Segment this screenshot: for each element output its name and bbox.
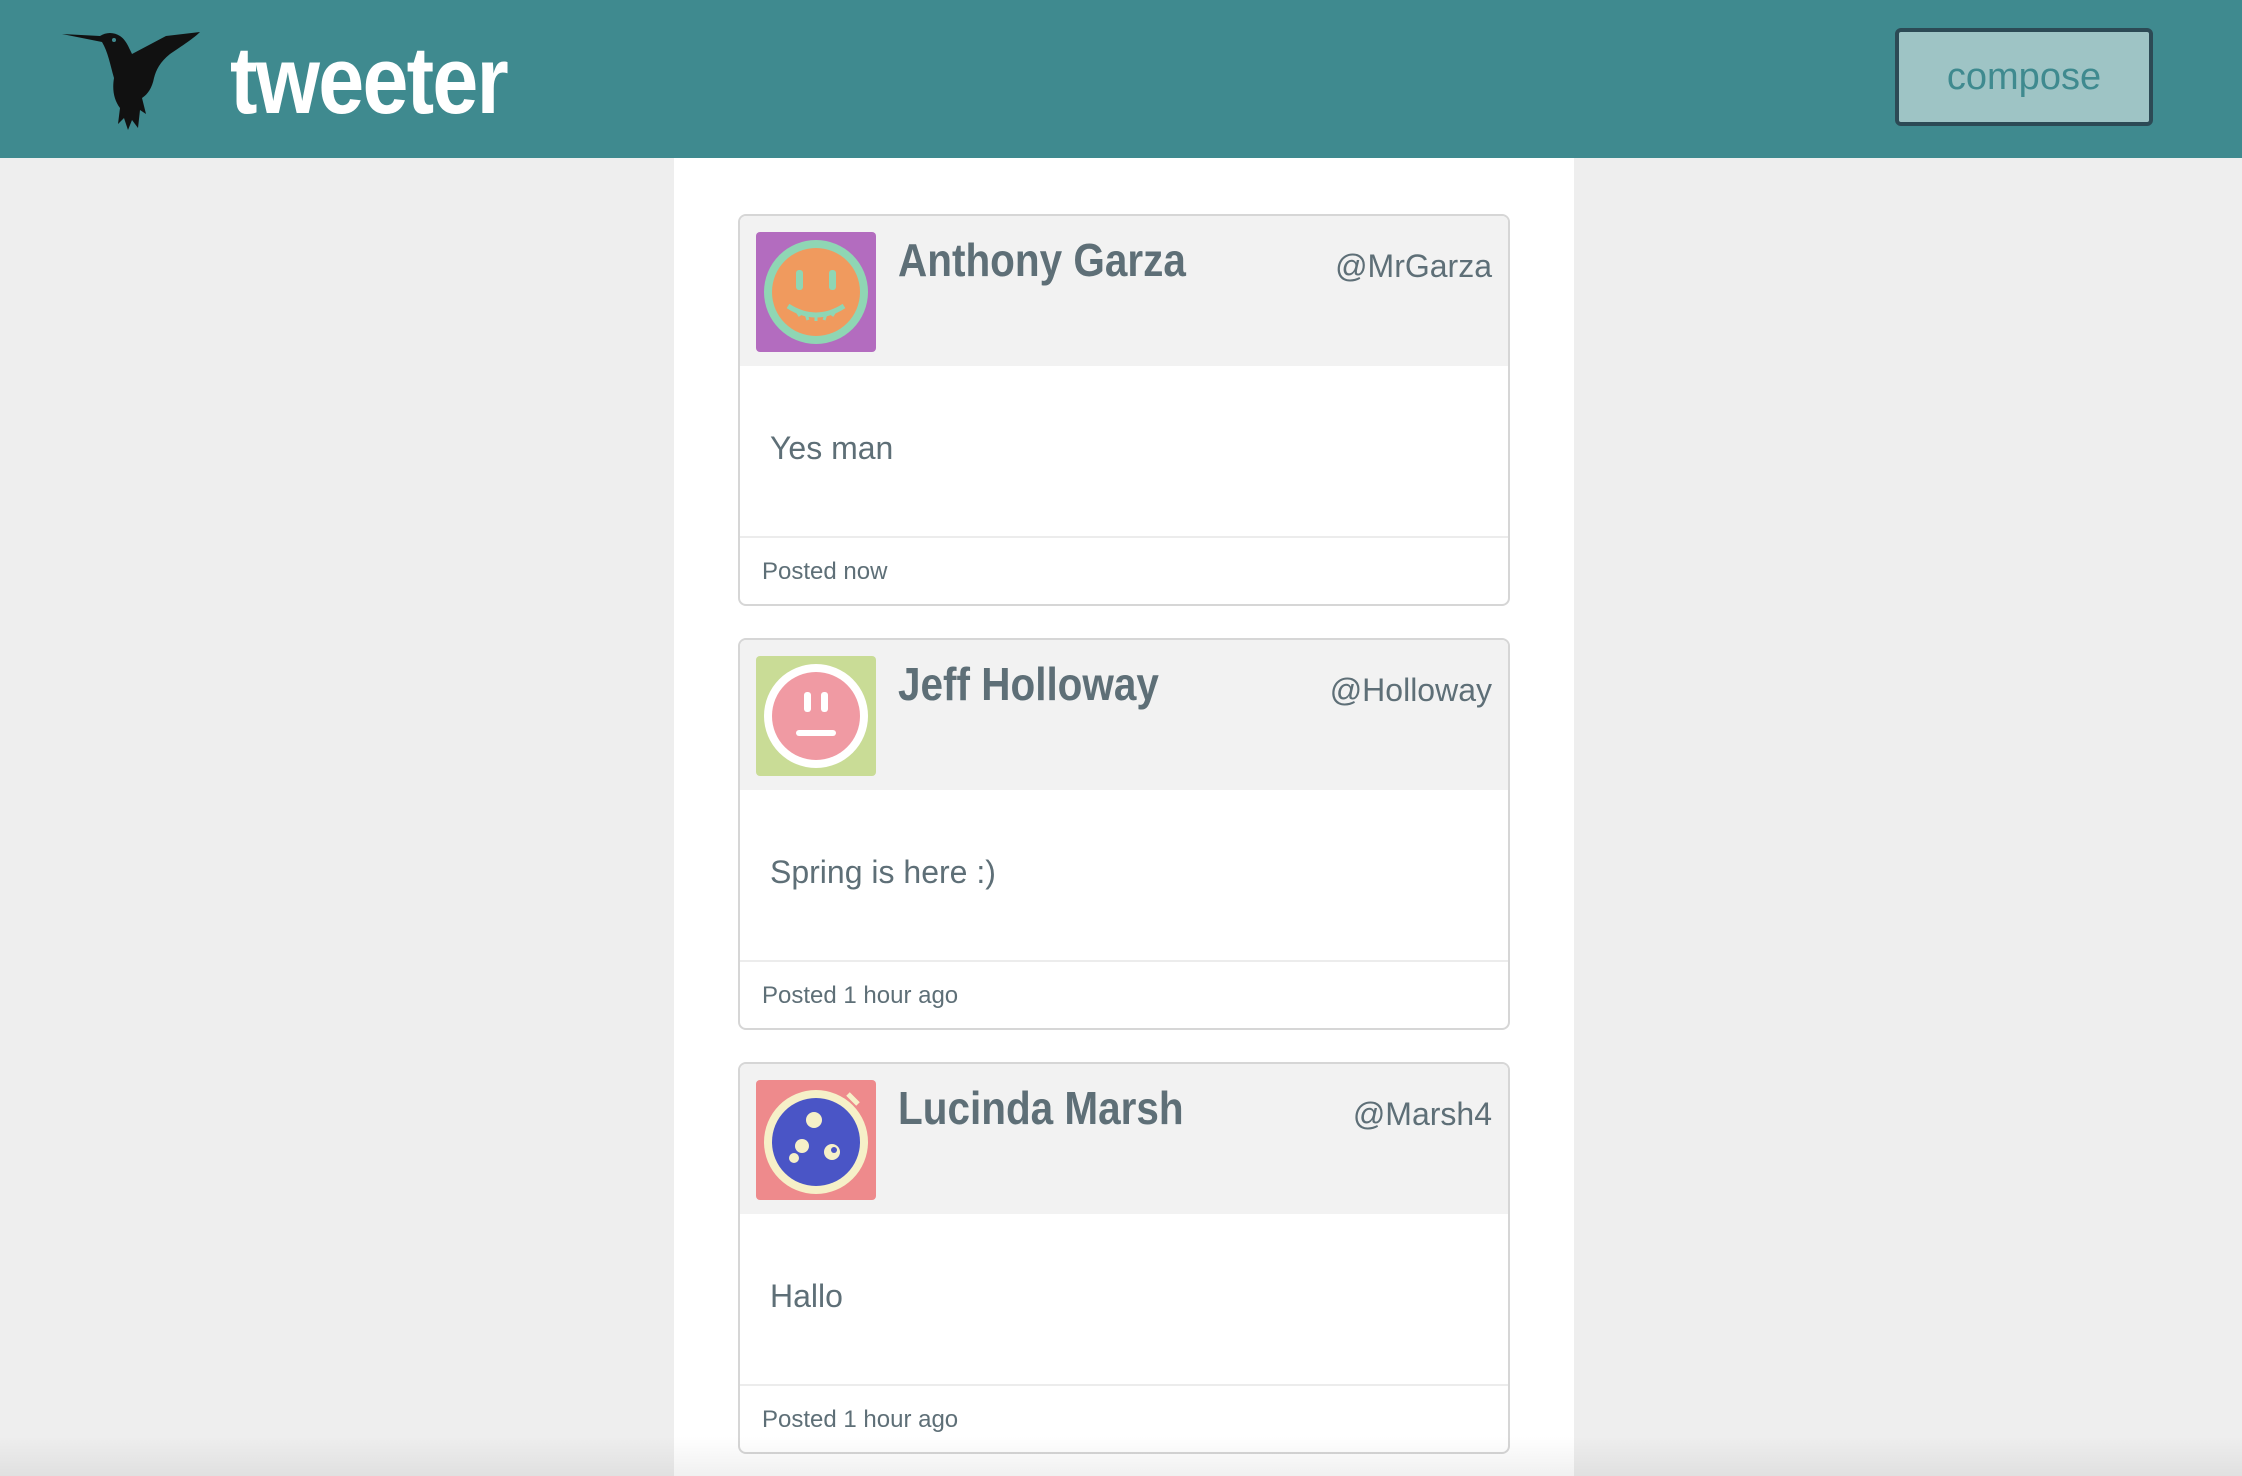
tweet-author-name: Anthony Garza (898, 234, 1186, 286)
tweet-footer: Posted 1 hour ago (740, 960, 1508, 1028)
tweet-card: Lucinda Marsh @Marsh4 Hallo Posted 1 hou… (738, 1062, 1510, 1454)
tweet-header: Lucinda Marsh @Marsh4 (740, 1064, 1508, 1214)
tweet-timestamp: Posted now (762, 558, 888, 585)
tweet-header: Jeff Holloway @Holloway (740, 640, 1508, 790)
dots-face-avatar-icon (756, 1080, 876, 1200)
tweet-text: Yes man (770, 430, 894, 466)
tweet-author-name: Jeff Holloway (898, 658, 1159, 710)
tweet-header: Anthony Garza @MrGarza (740, 216, 1508, 366)
brand-title: tweeter (230, 27, 509, 134)
tweet-timestamp: Posted 1 hour ago (762, 982, 959, 1009)
grinning-face-avatar-icon (756, 232, 876, 352)
top-nav-bar: tweeter compose (0, 0, 2242, 158)
tweet-author-name: Lucinda Marsh (898, 1082, 1184, 1134)
tweet-card: Jeff Holloway @Holloway Spring is here :… (738, 638, 1510, 1030)
tweet-author-handle: @Marsh4 (1352, 1096, 1492, 1132)
tweet-timestamp: Posted 1 hour ago (762, 1406, 959, 1433)
tweet-author-handle: @MrGarza (1335, 248, 1492, 284)
tweet-text: Spring is here :) (770, 854, 996, 890)
tweet-card: Anthony Garza @MrGarza Yes man Posted no… (738, 214, 1510, 606)
compose-button[interactable]: compose (1895, 28, 2153, 126)
tweet-text: Hallo (770, 1278, 843, 1314)
tweet-footer: Posted now (740, 536, 1508, 604)
hummingbird-icon (62, 32, 200, 130)
tweet-feed: Anthony Garza @MrGarza Yes man Posted no… (674, 158, 1574, 1476)
tweet-footer: Posted 1 hour ago (740, 1384, 1508, 1452)
neutral-face-avatar-icon (756, 656, 876, 776)
tweet-author-handle: @Holloway (1329, 672, 1492, 708)
